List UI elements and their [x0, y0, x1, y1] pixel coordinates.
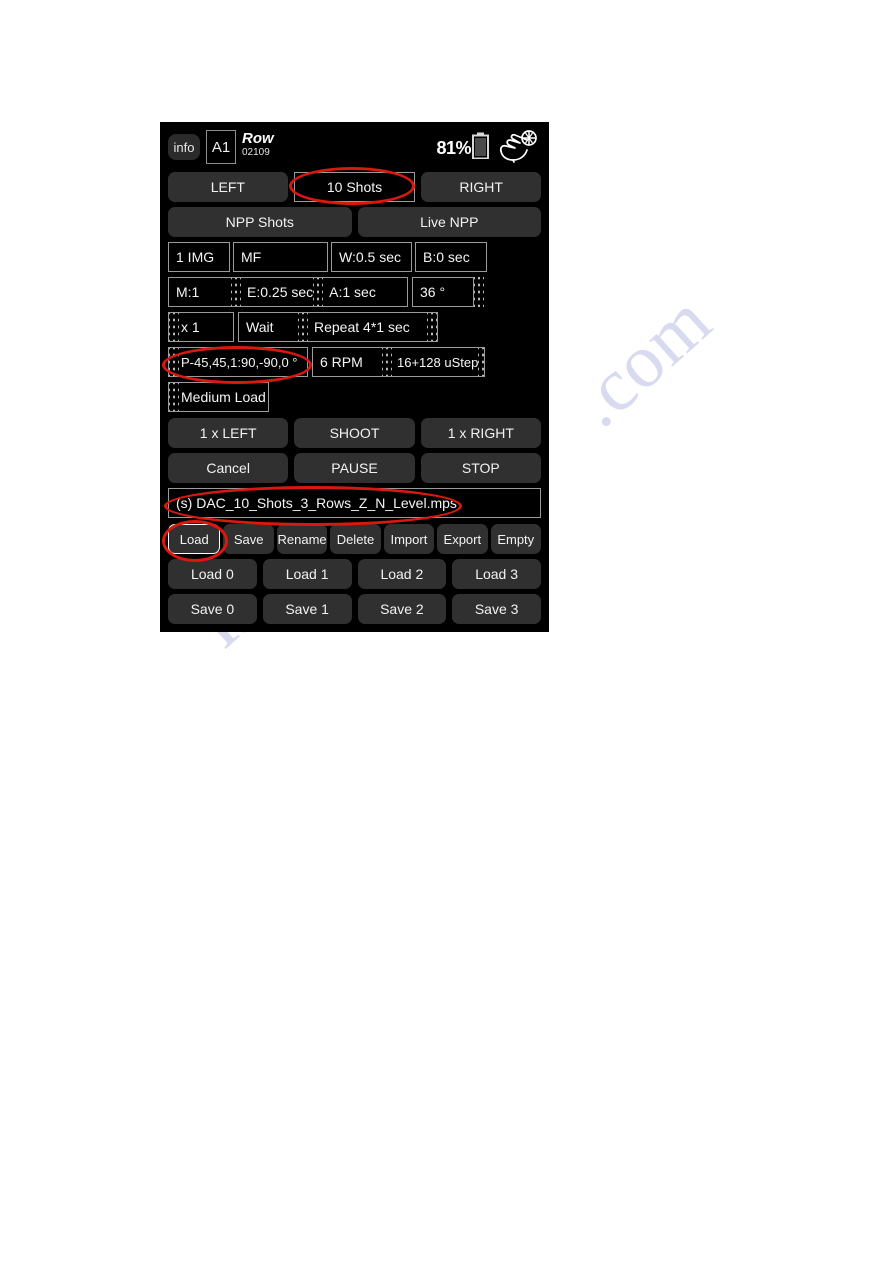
battery-percent-label: 81% [436, 137, 471, 158]
hand-tap-icon[interactable] [497, 129, 537, 168]
step-left-button[interactable]: 1 x LEFT [168, 418, 289, 448]
right-button[interactable]: RIGHT [421, 172, 542, 202]
device-screen-panel: info A1 Row 02109 81% LEFT 10 Shots RIGH… [160, 122, 549, 632]
pan-program-field[interactable]: P-45,45,1:90,-90,0 ° [179, 355, 298, 370]
mode-title: Row [242, 130, 274, 147]
wait-repeat-composite: Wait Repeat 4*1 sec [238, 312, 438, 342]
battery-status: 81% [436, 132, 489, 164]
left-button[interactable]: LEFT [168, 172, 288, 202]
mode-label: Row 02109 [242, 130, 274, 159]
mode-subtitle: 02109 [242, 147, 270, 158]
after-time-field[interactable]: A:1 sec [323, 278, 376, 306]
save-slot-3-button[interactable]: Save 3 [452, 594, 541, 624]
shots-field[interactable]: 10 Shots [293, 172, 416, 202]
axis-indicator[interactable]: A1 [206, 130, 236, 164]
load-slots-row: Load 0 Load 1 Load 2 Load 3 [168, 559, 541, 589]
params-row-4: P-45,45,1:90,-90,0 ° 6 RPM 16+128 uStep [168, 347, 541, 377]
cancel-button[interactable]: Cancel [168, 453, 289, 483]
drag-handle-dots[interactable] [231, 278, 241, 306]
wait-mode-field[interactable]: Wait [239, 313, 298, 341]
params-row-3: x 1 Wait Repeat 4*1 sec [168, 312, 541, 342]
stop-button[interactable]: STOP [420, 453, 541, 483]
rename-button[interactable]: Rename [276, 524, 328, 554]
status-header: info A1 Row 02109 81% [168, 128, 541, 166]
load-field-wrap: Medium Load [168, 382, 269, 412]
params-row-1: 1 IMG MF W:0.5 sec B:0 sec [168, 242, 541, 272]
mode-button-row: LEFT 10 Shots RIGHT [168, 172, 542, 202]
drag-handle-dots[interactable] [382, 348, 392, 376]
save-slot-1-button[interactable]: Save 1 [262, 594, 352, 624]
load-slot-0-button[interactable]: Load 0 [168, 559, 257, 589]
empty-button[interactable]: Empty [490, 524, 541, 554]
drag-handle-dots[interactable] [169, 383, 179, 411]
multiplier-field[interactable]: M:1 [169, 278, 231, 306]
load-slot-3-button[interactable]: Load 3 [452, 559, 541, 589]
pause-button[interactable]: PAUSE [294, 453, 415, 483]
action-row-1: 1 x LEFT SHOOT 1 x RIGHT [168, 418, 541, 448]
step-right-button[interactable]: 1 x RIGHT [420, 418, 541, 448]
load-button[interactable]: Load [168, 524, 221, 554]
save-slots-row: Save 0 Save 1 Save 2 Save 3 [168, 594, 541, 624]
drag-handle-dots[interactable] [169, 348, 179, 376]
params-row-2-composite: M:1 E:0.25 sec A:1 sec 36 ° [168, 277, 541, 307]
npp-button-row: NPP Shots Live NPP [168, 207, 541, 237]
image-count-field[interactable]: 1 IMG [168, 242, 230, 272]
filename-field[interactable]: (s) DAC_10_Shots_3_Rows_Z_N_Level.mps [168, 488, 541, 518]
wait-time-field[interactable]: W:0.5 sec [331, 242, 412, 272]
drag-handle-dots[interactable] [478, 348, 484, 376]
save-slot-0-button[interactable]: Save 0 [168, 594, 257, 624]
focus-mode-field[interactable]: MF [233, 242, 328, 272]
drag-handle-dots[interactable] [313, 278, 324, 306]
live-npp-button[interactable]: Live NPP [357, 207, 541, 237]
repeat-count-field[interactable]: x 1 [179, 319, 200, 335]
repeat-setting-field[interactable]: Repeat 4*1 sec [308, 313, 410, 341]
npp-shots-button[interactable]: NPP Shots [168, 207, 352, 237]
pan-program-wrap: P-45,45,1:90,-90,0 ° [168, 347, 308, 377]
angle-field[interactable]: 36 ° [413, 284, 445, 300]
file-ops-row: Load Save Rename Delete Import Export Empty [168, 524, 541, 554]
repeat-count-wrap: x 1 [168, 312, 234, 342]
import-button[interactable]: Import [383, 524, 435, 554]
load-slot-1-button[interactable]: Load 1 [262, 559, 352, 589]
delete-button[interactable]: Delete [330, 524, 381, 554]
angle-field-wrap: 36 ° [412, 277, 474, 307]
filename-row: (s) DAC_10_Shots_3_Rows_Z_N_Level.mps [168, 488, 541, 518]
drag-handle-dots[interactable] [474, 277, 484, 307]
bulb-time-field[interactable]: B:0 sec [415, 242, 487, 272]
load-row: Medium Load [168, 382, 541, 412]
drag-handle-dots[interactable] [298, 313, 308, 341]
load-slot-2-button[interactable]: Load 2 [357, 559, 447, 589]
shoot-button[interactable]: SHOOT [294, 418, 415, 448]
motion-composite: 6 RPM 16+128 uStep [312, 347, 485, 377]
export-button[interactable]: Export [437, 524, 488, 554]
watermark-text-secondary: .com [556, 277, 728, 444]
speed-rpm-field[interactable]: 6 RPM [313, 348, 382, 376]
save-button[interactable]: Save [223, 524, 274, 554]
timing-composite-field: M:1 E:0.25 sec A:1 sec [168, 277, 408, 307]
action-row-2: Cancel PAUSE STOP [168, 453, 541, 483]
load-field[interactable]: Medium Load [179, 389, 266, 405]
drag-handle-dots[interactable] [427, 313, 437, 341]
exposure-time-field[interactable]: E:0.25 sec [241, 278, 313, 306]
info-button[interactable]: info [168, 134, 200, 160]
drag-handle-dots[interactable] [169, 313, 179, 341]
battery-icon [472, 132, 489, 164]
microstep-field[interactable]: 16+128 uStep [392, 348, 478, 376]
save-slot-2-button[interactable]: Save 2 [357, 594, 447, 624]
